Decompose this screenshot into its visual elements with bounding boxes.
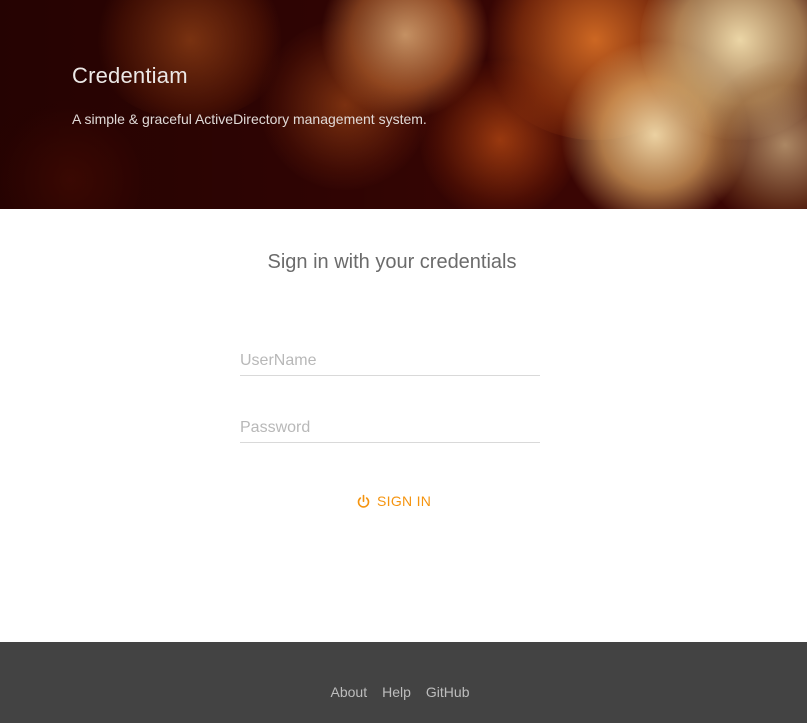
signin-button[interactable]: SIGN IN bbox=[352, 489, 435, 513]
app-title: Credentiam bbox=[72, 63, 188, 88]
login-panel: Sign in with your credentials SIGN IN bbox=[0, 209, 807, 642]
footer-link-help[interactable]: Help bbox=[382, 684, 411, 700]
password-field-wrapper bbox=[240, 415, 540, 443]
signin-button-label: SIGN IN bbox=[377, 493, 432, 509]
hero-banner: Credentiam A simple & graceful ActiveDir… bbox=[0, 0, 807, 209]
footer-link-about[interactable]: About bbox=[331, 684, 368, 700]
footer: About Help GitHub bbox=[0, 642, 807, 723]
footer-links: About Help GitHub bbox=[0, 684, 800, 700]
username-input[interactable] bbox=[240, 348, 540, 374]
password-input[interactable] bbox=[240, 415, 540, 441]
footer-link-github[interactable]: GitHub bbox=[426, 684, 470, 700]
signin-heading: Sign in with your credentials bbox=[267, 251, 517, 273]
app-subtitle: A simple & graceful ActiveDirectory mana… bbox=[72, 111, 427, 127]
power-icon bbox=[356, 494, 371, 509]
username-field-wrapper bbox=[240, 348, 540, 376]
